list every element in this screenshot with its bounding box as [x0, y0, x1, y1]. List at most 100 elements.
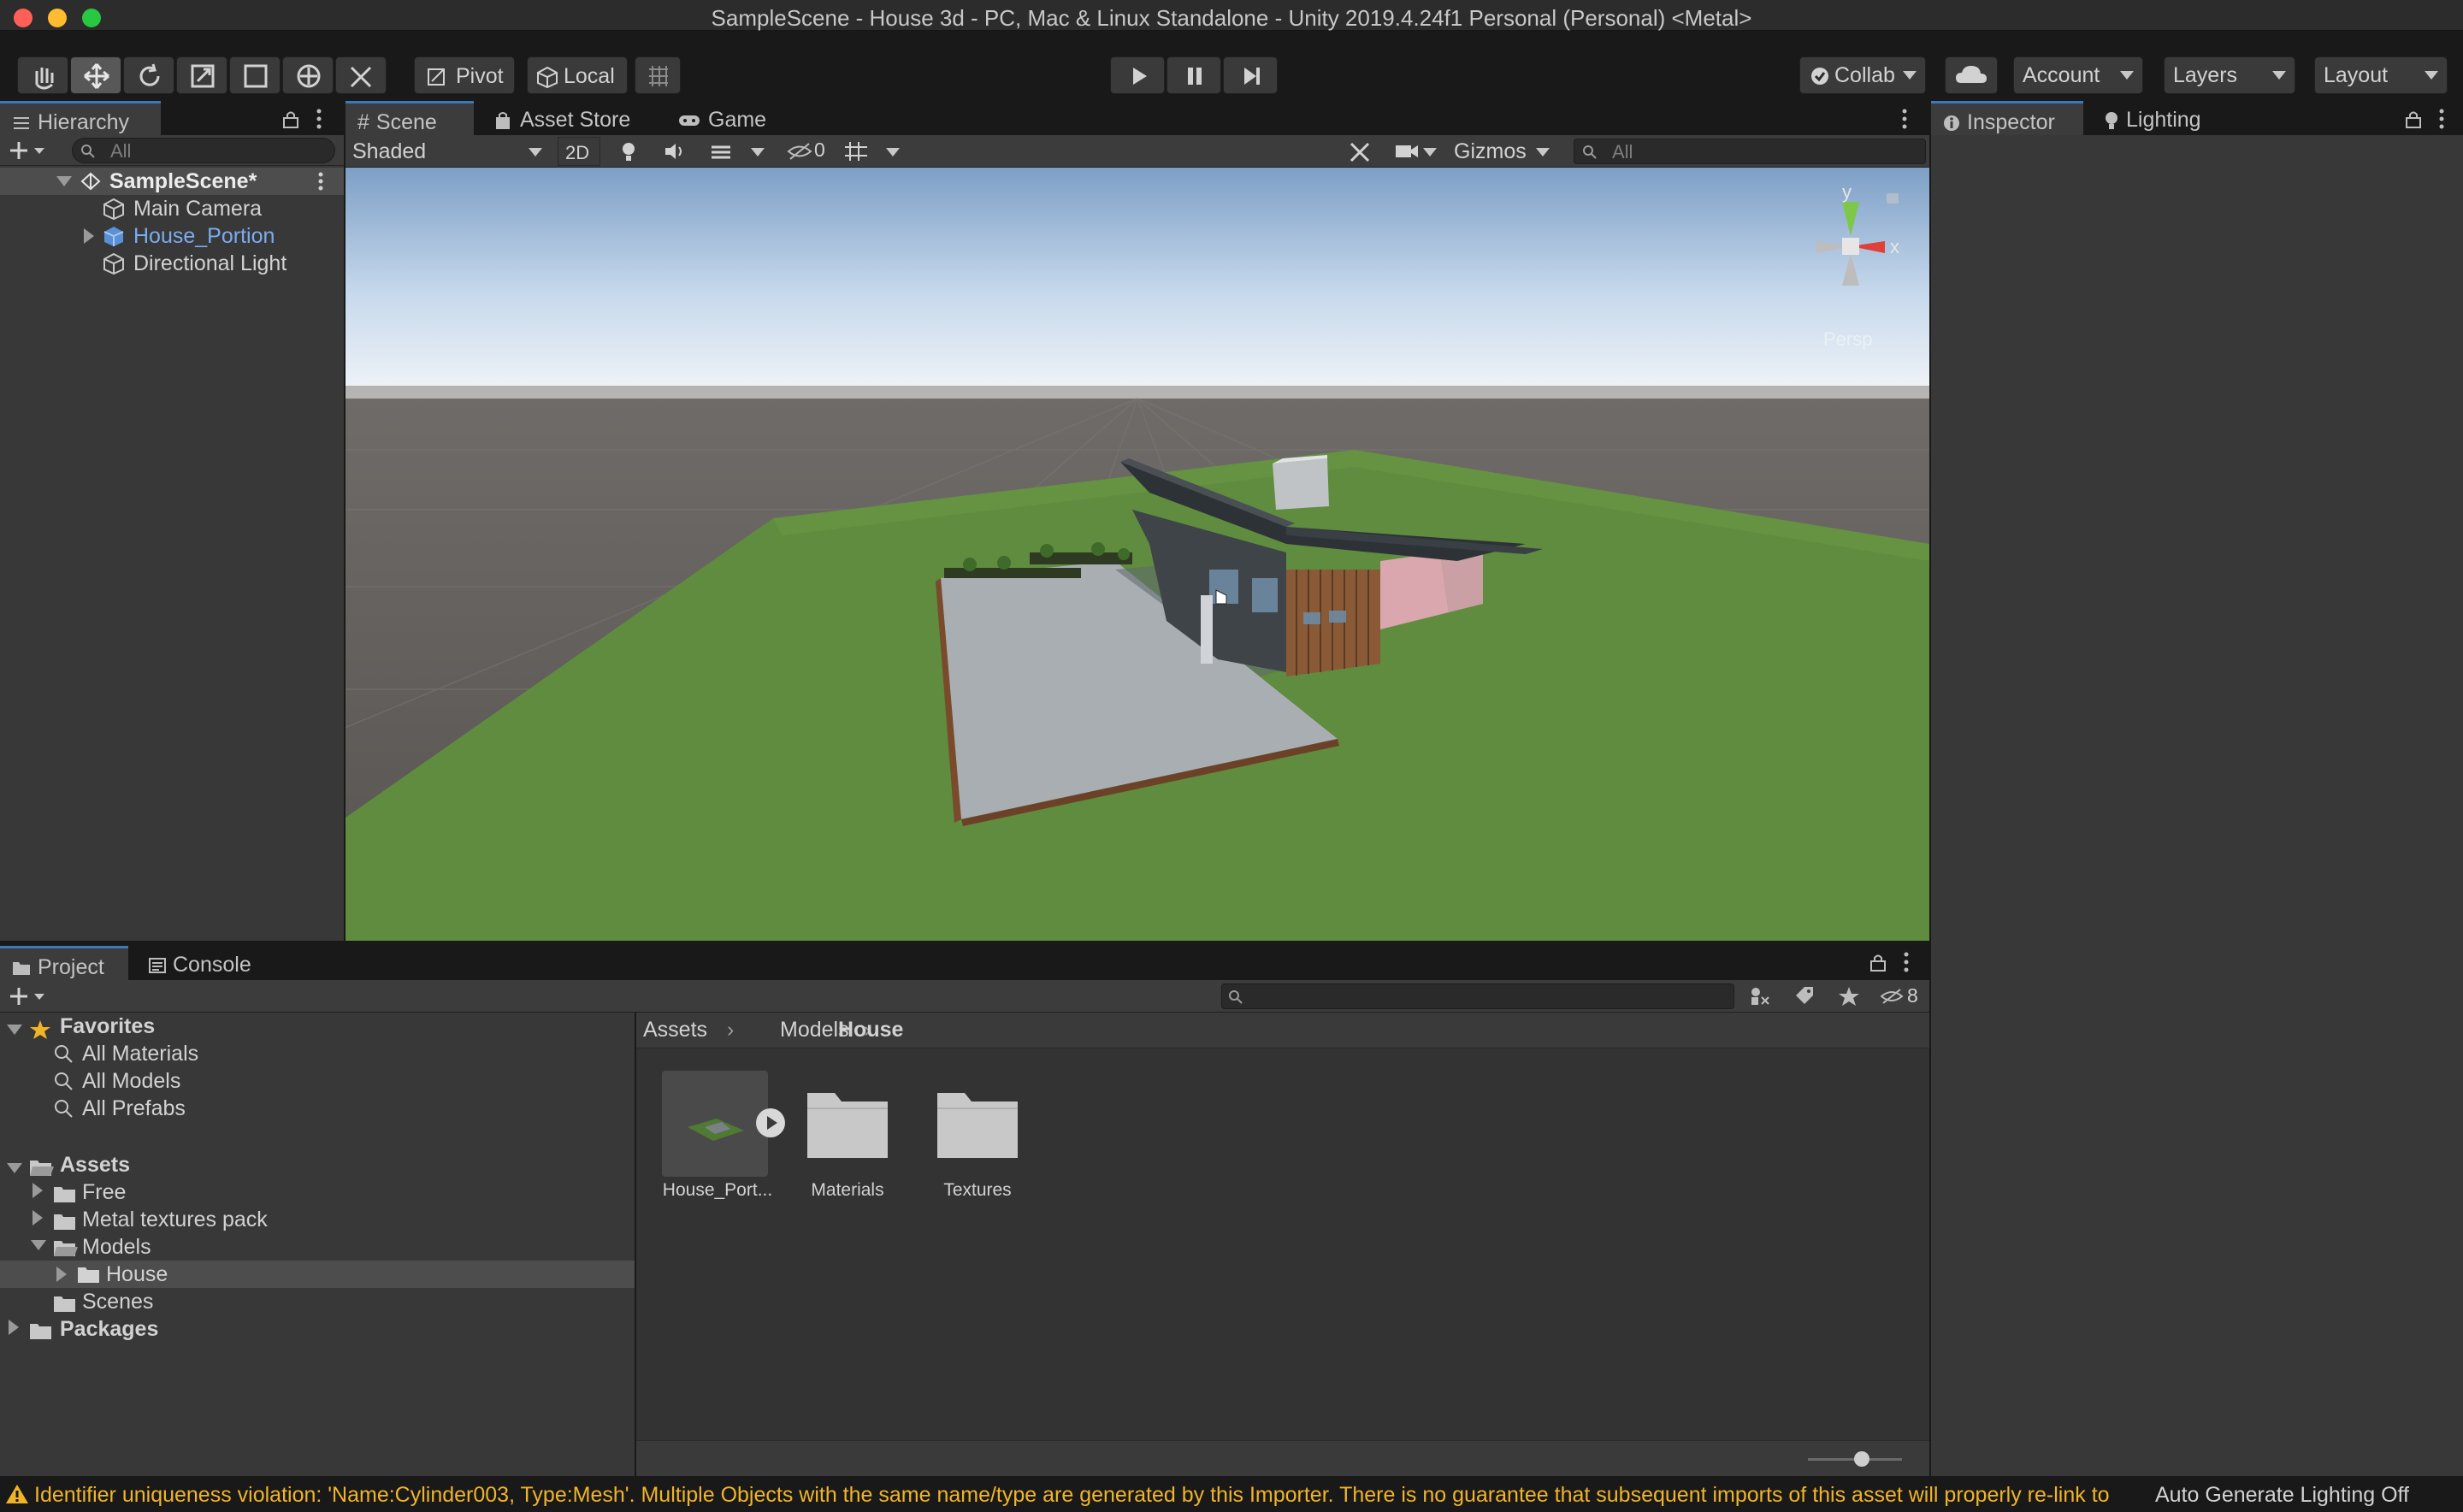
asset-model-thumbnail[interactable]: [662, 1071, 768, 1177]
hierarchy-item[interactable]: House_Portion: [0, 222, 344, 250]
expand-arrow-icon[interactable]: [56, 176, 72, 186]
favorite-item[interactable]: All Materials: [82, 1042, 198, 1066]
checkmark-icon: [1811, 68, 1828, 85]
tab-asset-store[interactable]: Asset Store: [482, 101, 662, 135]
favorite-item[interactable]: All Models: [82, 1069, 180, 1094]
hierarchy-item[interactable]: Main Camera: [0, 195, 344, 222]
hidden-packages-eye-icon[interactable]: [1880, 987, 1904, 1006]
tab-console[interactable]: Console: [137, 946, 265, 980]
account-dropdown[interactable]: Account: [2013, 56, 2143, 94]
asset-folder[interactable]: Scenes: [82, 1290, 153, 1314]
chevron-down-icon[interactable]: [886, 148, 900, 157]
shopping-bag-icon: [496, 112, 510, 130]
expand-arrow-icon[interactable]: [31, 1240, 46, 1250]
layers-dropdown[interactable]: Layers: [2164, 56, 2295, 94]
transform-tool-button[interactable]: [282, 56, 334, 94]
tab-project[interactable]: Project: [0, 946, 128, 980]
kebab-menu-icon[interactable]: [315, 108, 323, 130]
lighting-toggle-icon[interactable]: [617, 140, 640, 162]
custom-tool-button[interactable]: [335, 56, 387, 94]
layout-dropdown[interactable]: Layout: [2314, 56, 2448, 94]
asset-folder[interactable]: Models: [82, 1235, 151, 1260]
hierarchy-item[interactable]: Directional Light: [0, 250, 344, 277]
hidden-objects-eye-icon[interactable]: [787, 140, 812, 162]
expand-arrow-icon[interactable]: [9, 1320, 19, 1335]
status-bar[interactable]: Identifier uniqueness violation: 'Name:C…: [0, 1476, 2463, 1512]
auto-lighting-status[interactable]: Auto Generate Lighting Off: [2155, 1483, 2454, 1508]
scale-tool-button[interactable]: [176, 56, 227, 94]
tab-hierarchy[interactable]: Hierarchy: [0, 101, 161, 135]
kebab-menu-icon[interactable]: [1902, 951, 1911, 973]
filter-by-label-icon[interactable]: [1793, 985, 1816, 1007]
gizmos-dropdown[interactable]: Gizmos: [1447, 137, 1550, 166]
asset-browser-footer: [636, 1440, 1929, 1476]
tab-game[interactable]: Game: [665, 101, 777, 135]
asset-folder[interactable]: Free: [82, 1180, 126, 1205]
packages-label[interactable]: Packages: [60, 1317, 158, 1342]
hierarchy-scene-row[interactable]: SampleScene*: [0, 168, 344, 195]
favorite-item[interactable]: All Prefabs: [82, 1096, 186, 1121]
cloud-services-button[interactable]: [1945, 56, 1998, 94]
breadcrumb-item[interactable]: Assets: [643, 1018, 707, 1042]
scene-viewport[interactable]: y x Persp: [346, 168, 1929, 941]
favorite-star-icon[interactable]: [1837, 985, 1861, 1007]
scene-search-input[interactable]: All: [1574, 139, 1926, 164]
tab-lighting[interactable]: Lighting: [2092, 101, 2229, 135]
favorites-label[interactable]: Favorites: [60, 1014, 155, 1039]
lock-icon[interactable]: [1869, 953, 1887, 972]
kebab-menu-icon[interactable]: [316, 171, 325, 192]
move-tool-button[interactable]: [70, 56, 121, 94]
project-search-input[interactable]: [1221, 983, 1734, 1009]
pivot-toggle-button[interactable]: Pivot: [414, 56, 515, 94]
tab-inspector[interactable]: Inspector: [1931, 101, 2083, 135]
expand-arrow-icon[interactable]: [7, 1025, 22, 1035]
projection-label[interactable]: Persp: [1823, 328, 1872, 351]
tab-scene[interactable]: # Scene: [346, 101, 474, 135]
filter-by-type-icon[interactable]: [1748, 985, 1772, 1007]
play-icon: [1133, 68, 1147, 85]
lock-icon[interactable]: [282, 109, 299, 128]
expand-prefab-play-icon[interactable]: [754, 1107, 787, 1139]
audio-toggle-icon[interactable]: [662, 140, 688, 162]
breadcrumb-current[interactable]: House: [838, 1018, 903, 1042]
tools-icon[interactable]: [1348, 140, 1372, 162]
folder-icon[interactable]: [934, 1088, 1021, 1161]
grid-snap-button[interactable]: [635, 56, 681, 94]
asset-folder[interactable]: Metal textures pack: [82, 1208, 268, 1232]
thumbnail-size-slider-handle[interactable]: [1854, 1451, 1869, 1467]
camera-icon[interactable]: [1394, 142, 1420, 161]
chevron-down-icon[interactable]: [751, 148, 765, 157]
chevron-down-icon[interactable]: [1423, 148, 1437, 157]
expand-arrow-icon[interactable]: [7, 1163, 22, 1173]
collab-dropdown[interactable]: Collab: [1799, 56, 1926, 94]
chevron-down-icon[interactable]: [1536, 148, 1550, 157]
create-asset-icon[interactable]: [9, 986, 46, 1007]
lock-icon[interactable]: [2405, 109, 2422, 128]
expand-arrow-icon[interactable]: [32, 1183, 43, 1198]
asset-folder-selected-row[interactable]: House: [0, 1261, 635, 1288]
folder-icon[interactable]: [804, 1088, 891, 1161]
lock-icon[interactable]: [1887, 193, 1899, 204]
hand-tool-button[interactable]: [17, 56, 68, 94]
rect-tool-button[interactable]: [229, 56, 281, 94]
step-button[interactable]: [1223, 56, 1278, 94]
kebab-menu-icon[interactable]: [1900, 108, 1909, 130]
2d-mode-toggle[interactable]: 2D: [558, 137, 600, 166]
gizmos-label: Gizmos: [1454, 139, 1527, 163]
assets-label[interactable]: Assets: [60, 1153, 130, 1178]
kebab-menu-icon[interactable]: [2437, 108, 2446, 130]
grid-icon[interactable]: [843, 140, 869, 162]
expand-arrow-icon[interactable]: [84, 228, 94, 244]
warning-icon: [6, 1485, 28, 1503]
play-button[interactable]: [1110, 56, 1165, 94]
hierarchy-search-input[interactable]: All: [72, 138, 335, 163]
shading-mode-dropdown[interactable]: Shaded: [346, 137, 551, 166]
expand-arrow-icon[interactable]: [32, 1210, 43, 1226]
pause-button[interactable]: [1167, 56, 1221, 94]
expand-arrow-icon[interactable]: [56, 1267, 67, 1282]
rotate-tool-button[interactable]: [123, 56, 174, 94]
search-placeholder: All: [110, 140, 132, 162]
effects-toggle-icon[interactable]: [708, 140, 734, 162]
local-toggle-button[interactable]: Local: [527, 56, 628, 94]
add-object-icon[interactable]: [9, 140, 46, 161]
